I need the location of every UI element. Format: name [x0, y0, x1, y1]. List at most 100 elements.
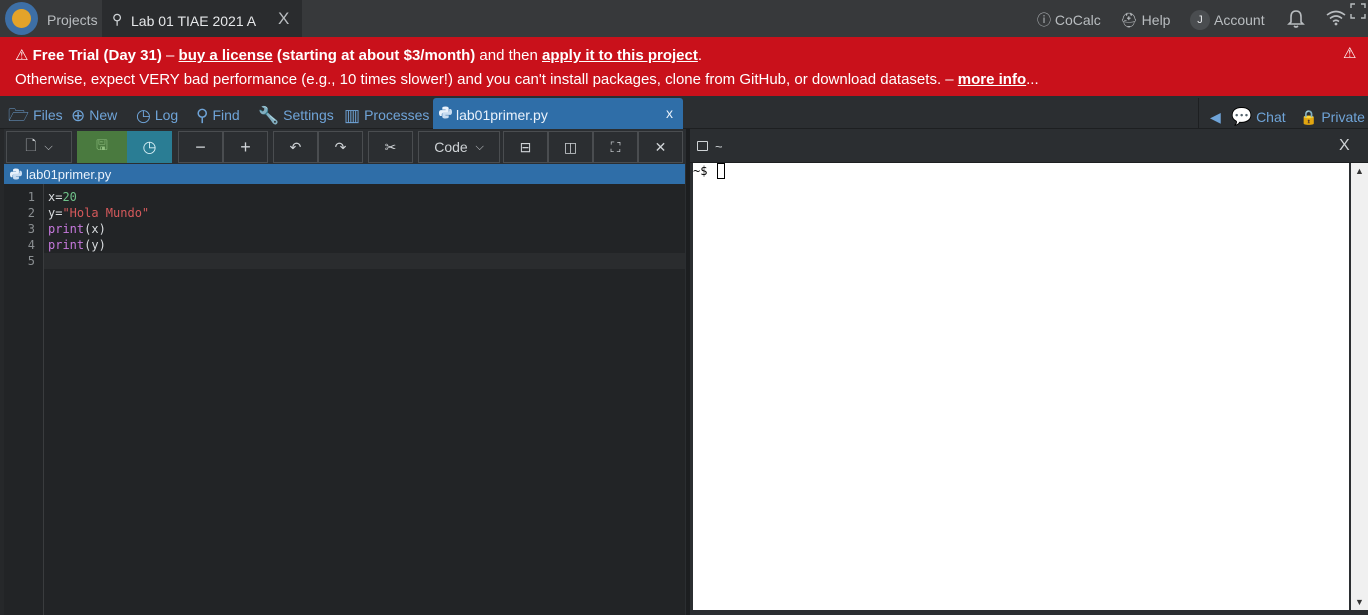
- editor-file-title-bar[interactable]: lab01primer.py: [4, 164, 685, 184]
- open-file-tab-close-icon[interactable]: x: [666, 105, 673, 121]
- chat-button[interactable]: 💬 Chat: [1231, 96, 1286, 129]
- line-number: 5: [27, 254, 35, 268]
- more-info-link[interactable]: more info: [958, 71, 1026, 88]
- close-frame-button[interactable]: ✕: [638, 131, 683, 163]
- info-icon: ⓘ: [1037, 12, 1051, 28]
- timetravel-icon: ◷: [142, 139, 157, 156]
- line-number: 1: [27, 190, 35, 204]
- code-line[interactable]: x=20: [48, 190, 77, 204]
- undo-button[interactable]: ↶: [273, 131, 318, 163]
- pin-icon: ⚲: [112, 11, 123, 27]
- split-vertical-icon: ◫: [563, 138, 578, 155]
- project-tab-label: Lab 01 TIAE 2021 A: [131, 13, 257, 29]
- scroll-down-icon[interactable]: ▼: [1355, 597, 1364, 607]
- processes-label: Processes: [364, 107, 430, 123]
- code-string: "Hola Mundo": [62, 206, 150, 220]
- timetravel-button[interactable]: ◷: [127, 131, 172, 163]
- code-keyword: print: [48, 222, 85, 236]
- expand-frame-button[interactable]: ⛶: [593, 131, 638, 163]
- projects-tab[interactable]: Projects: [40, 0, 102, 37]
- account-menu[interactable]: J Account: [1190, 0, 1265, 37]
- zoom-out-button[interactable]: −: [178, 131, 223, 163]
- split-horizontal-button[interactable]: ⊟: [503, 131, 548, 163]
- expand-icon: ⛶: [610, 138, 621, 155]
- line-number: 2: [27, 206, 35, 220]
- undo-icon: ↶: [289, 138, 302, 155]
- terminal-cursor: [717, 163, 725, 179]
- chat-icon: 💬: [1231, 107, 1253, 126]
- help-menu[interactable]: ⛑ Help: [1120, 0, 1170, 37]
- processes-button[interactable]: ▥ Processes: [344, 96, 429, 129]
- terminal-bottom-edge: [690, 610, 1368, 615]
- code-variable: y=: [48, 206, 63, 220]
- terminal-scrollbar[interactable]: ▲ ▼: [1351, 163, 1368, 610]
- project-tab-close-icon[interactable]: X: [278, 9, 289, 29]
- avatar: J: [1190, 10, 1210, 31]
- python-icon: [439, 106, 452, 119]
- frame-splitter[interactable]: [686, 129, 690, 615]
- python-icon: [10, 168, 22, 180]
- scroll-up-icon[interactable]: ▲: [1355, 166, 1364, 176]
- private-button[interactable]: 🔒 Private: [1300, 96, 1365, 129]
- terminal[interactable]: ~$: [693, 163, 1349, 610]
- new-label: New: [89, 107, 118, 123]
- apply-license-link[interactable]: apply it to this project: [542, 47, 698, 64]
- line-number: 3: [27, 222, 35, 236]
- terminal-title-bar[interactable]: ~ X: [690, 130, 1368, 163]
- code-line[interactable]: print(y): [48, 238, 106, 252]
- chat-label: Chat: [1256, 109, 1286, 125]
- code-line[interactable]: y="Hola Mundo": [48, 206, 149, 220]
- lock-icon: 🔒: [1300, 109, 1318, 125]
- log-button[interactable]: ◷ Log: [136, 96, 178, 129]
- zoom-out-icon: −: [195, 136, 206, 157]
- close-icon: ✕: [654, 138, 667, 155]
- redo-button[interactable]: ↷: [318, 131, 363, 163]
- active-line-highlight: [44, 253, 685, 269]
- code-keyword: print: [48, 238, 85, 252]
- caret-down-icon: ⌵: [44, 140, 53, 153]
- collapse-button[interactable]: ◀: [1210, 96, 1221, 129]
- banner-line-2: Otherwise, expect VERY bad performance (…: [15, 71, 1039, 88]
- zoom-in-button[interactable]: +: [223, 131, 268, 163]
- line-number: 4: [27, 238, 35, 252]
- cocalc-menu[interactable]: ⓘ CoCalc: [1037, 0, 1101, 37]
- toolbar-divider: [1198, 98, 1199, 129]
- banner-ellipsis: ...: [1026, 71, 1039, 88]
- file-menu-button[interactable]: 🗋 ⌵: [6, 131, 72, 163]
- save-button[interactable]: 🖫: [77, 131, 127, 163]
- find-button[interactable]: ⚲ Find: [196, 96, 240, 129]
- code-editor[interactable]: 1 2 3 4 5 x=20 y="Hola Mundo" print(x) p…: [4, 184, 685, 615]
- cocalc-logo-icon[interactable]: [5, 2, 38, 35]
- buy-license-link[interactable]: buy a license: [179, 47, 273, 64]
- cut-button[interactable]: ✂: [368, 131, 413, 163]
- terminal-close-icon[interactable]: X: [1339, 137, 1350, 155]
- warning-icon-right: ⚠: [1343, 45, 1357, 62]
- split-vertical-button[interactable]: ◫: [548, 131, 593, 163]
- price-text: (starting at about $3/month): [272, 47, 476, 64]
- performance-warning-text: Otherwise, expect VERY bad performance (…: [15, 71, 958, 88]
- redo-icon: ↷: [334, 138, 347, 155]
- caret-down-icon: ⌵: [475, 140, 484, 153]
- editor-filename: lab01primer.py: [26, 167, 112, 182]
- settings-label: Settings: [283, 107, 334, 123]
- files-button[interactable]: 🗁 Files: [8, 96, 63, 129]
- line-number-gutter: 1 2 3 4 5: [4, 184, 44, 615]
- mode-select[interactable]: Code ⌵: [418, 131, 500, 163]
- banner-line-1: ⚠ Free Trial (Day 31) – buy a license (s…: [15, 46, 702, 64]
- terminal-prompt: ~$: [693, 164, 715, 178]
- editor-toolbar: 🗋 ⌵ 🖫 ◷ − + ↶ ↷ ✂ Code ⌵ ⊟ ◫ ⛶ ✕: [4, 130, 686, 164]
- new-button[interactable]: ⊕ New: [71, 96, 117, 129]
- terminal-icon: [697, 141, 708, 151]
- banner-period: .: [697, 47, 703, 64]
- settings-button[interactable]: 🔧 Settings: [258, 96, 334, 129]
- bell-icon[interactable]: [1286, 9, 1306, 29]
- find-label: Find: [212, 107, 240, 123]
- warning-icon: ⚠: [15, 47, 29, 64]
- fullscreen-icon[interactable]: [1350, 3, 1366, 19]
- zoom-in-icon: +: [240, 136, 251, 157]
- project-tab[interactable]: ⚲ Lab 01 TIAE 2021 A X: [102, 0, 302, 37]
- caret-left-icon: ◀: [1210, 109, 1221, 125]
- open-file-tab[interactable]: lab01primer.py x: [433, 98, 683, 129]
- code-line[interactable]: print(x): [48, 222, 106, 236]
- wifi-icon: [1326, 10, 1346, 26]
